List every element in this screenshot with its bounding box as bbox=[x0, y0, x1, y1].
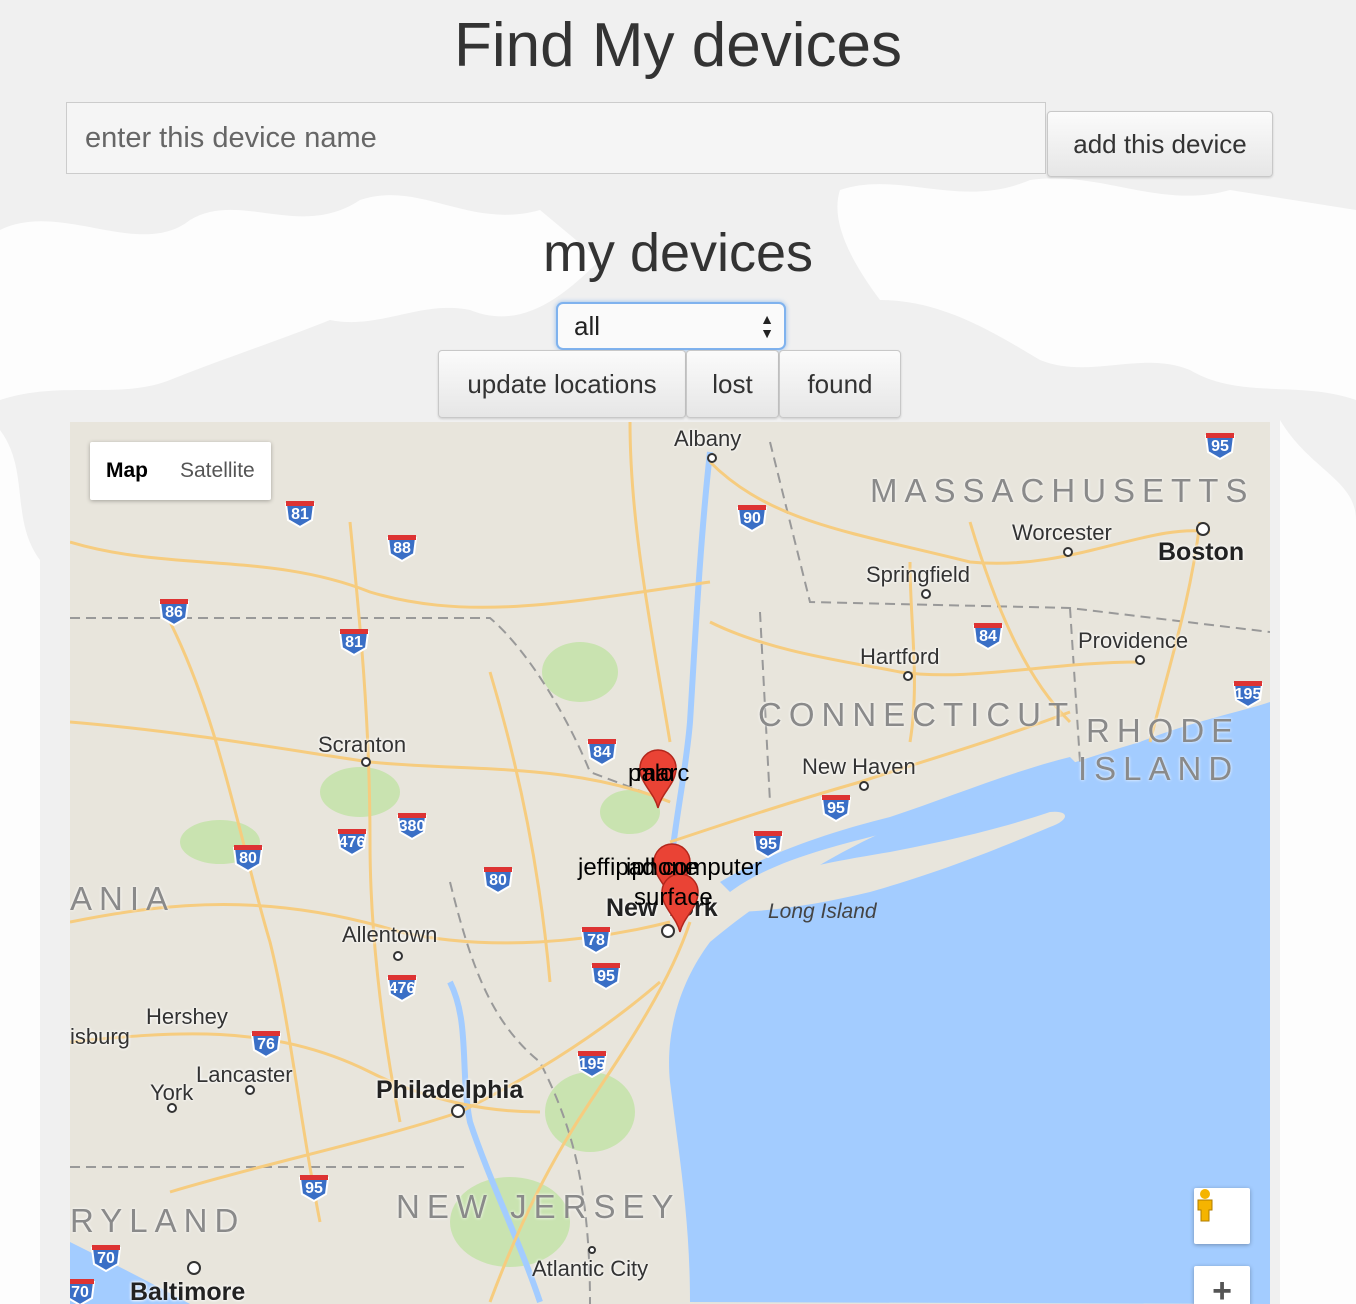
city-label: isburg bbox=[70, 1024, 130, 1049]
highway-shield-icon: 95 bbox=[1204, 432, 1236, 461]
highway-shield-icon: 80 bbox=[232, 844, 264, 873]
state-label: CONNECTICUT bbox=[758, 696, 1076, 733]
highway-shield-icon: 81 bbox=[284, 500, 316, 529]
highway-shield-icon: 84 bbox=[586, 738, 618, 767]
state-label: MASSACHUSETTS bbox=[870, 472, 1255, 509]
highway-shield-icon: 95 bbox=[298, 1174, 330, 1203]
state-label: RHODE bbox=[1086, 712, 1241, 749]
lost-button[interactable]: lost bbox=[686, 350, 779, 418]
highway-shield-icon: 195 bbox=[576, 1050, 608, 1079]
devices-heading: my devices bbox=[542, 223, 814, 283]
map-type-control: Map Satellite bbox=[90, 442, 271, 500]
device-name-input[interactable] bbox=[66, 102, 1046, 174]
map-type-satellite-button[interactable]: Satellite bbox=[164, 442, 271, 500]
zoom-in-button[interactable]: + bbox=[1194, 1266, 1250, 1304]
highway-shield-icon: 95 bbox=[590, 962, 622, 991]
highway-shield-icon: 78 bbox=[580, 926, 612, 955]
device-label: surface bbox=[634, 884, 713, 911]
highway-shield-icon: 81 bbox=[338, 628, 370, 657]
city-label: Springfield bbox=[866, 562, 970, 587]
city-label: Baltimore bbox=[130, 1278, 246, 1304]
highway-shield-icon: 84 bbox=[972, 622, 1004, 651]
street-view-pegman-icon[interactable] bbox=[1194, 1188, 1250, 1244]
state-label: ISLAND bbox=[1078, 750, 1240, 787]
city-label: Providence bbox=[1078, 628, 1189, 653]
select-arrows-icon: ▲ ▼ bbox=[760, 311, 774, 341]
highway-shield-icon: 476 bbox=[336, 828, 368, 857]
highway-shield-icon: 70 bbox=[70, 1278, 96, 1304]
city-label: Philadelphia bbox=[376, 1076, 524, 1104]
state-label: ANIA bbox=[70, 880, 176, 917]
state-label: RYLAND bbox=[70, 1202, 246, 1239]
highway-shield-icon: 80 bbox=[482, 866, 514, 895]
device-label: marc bbox=[636, 760, 690, 787]
city-label: Albany bbox=[674, 426, 742, 451]
water-label: Long Island bbox=[768, 900, 877, 923]
state-label: NEW JERSEY bbox=[396, 1188, 681, 1225]
highway-shield-icon: 88 bbox=[386, 534, 418, 563]
city-label: Worcester bbox=[1012, 520, 1112, 545]
city-label: Allentown bbox=[342, 922, 438, 947]
add-device-button[interactable]: add this device bbox=[1047, 111, 1273, 177]
highway-shield-icon: 476 bbox=[386, 974, 418, 1003]
city-label: York bbox=[150, 1080, 194, 1105]
city-label: Atlantic City bbox=[532, 1256, 649, 1281]
highway-shield-icon: 70 bbox=[90, 1244, 122, 1273]
city-label: Hershey bbox=[146, 1004, 228, 1029]
city-label: New Haven bbox=[802, 754, 916, 779]
found-button[interactable]: found bbox=[779, 350, 901, 418]
highway-shield-icon: 86 bbox=[158, 598, 190, 627]
highway-shield-icon: 195 bbox=[1232, 680, 1264, 709]
highway-shield-icon: 380 bbox=[396, 812, 428, 841]
highway-shield-icon: 76 bbox=[250, 1030, 282, 1059]
device-filter-value: all bbox=[574, 310, 601, 341]
device-filter-select[interactable]: all ▲ ▼ bbox=[556, 302, 786, 350]
highway-shield-icon: 95 bbox=[820, 794, 852, 823]
map-type-map-button[interactable]: Map bbox=[90, 442, 164, 500]
update-locations-button[interactable]: update locations bbox=[438, 350, 686, 418]
city-label: Boston bbox=[1158, 538, 1245, 566]
city-label: Scranton bbox=[318, 732, 407, 757]
device-label: jeff bbox=[578, 854, 610, 881]
highway-shield-icon: 90 bbox=[736, 504, 768, 533]
device-label: computer bbox=[662, 854, 763, 881]
city-label: Hartford bbox=[860, 644, 940, 669]
page-title: Find My devices bbox=[454, 11, 902, 80]
city-label: Lancaster bbox=[196, 1062, 293, 1087]
device-map[interactable]: MASSACHUSETTS CONNECTICUT RHODE ISLAND A… bbox=[70, 422, 1270, 1304]
